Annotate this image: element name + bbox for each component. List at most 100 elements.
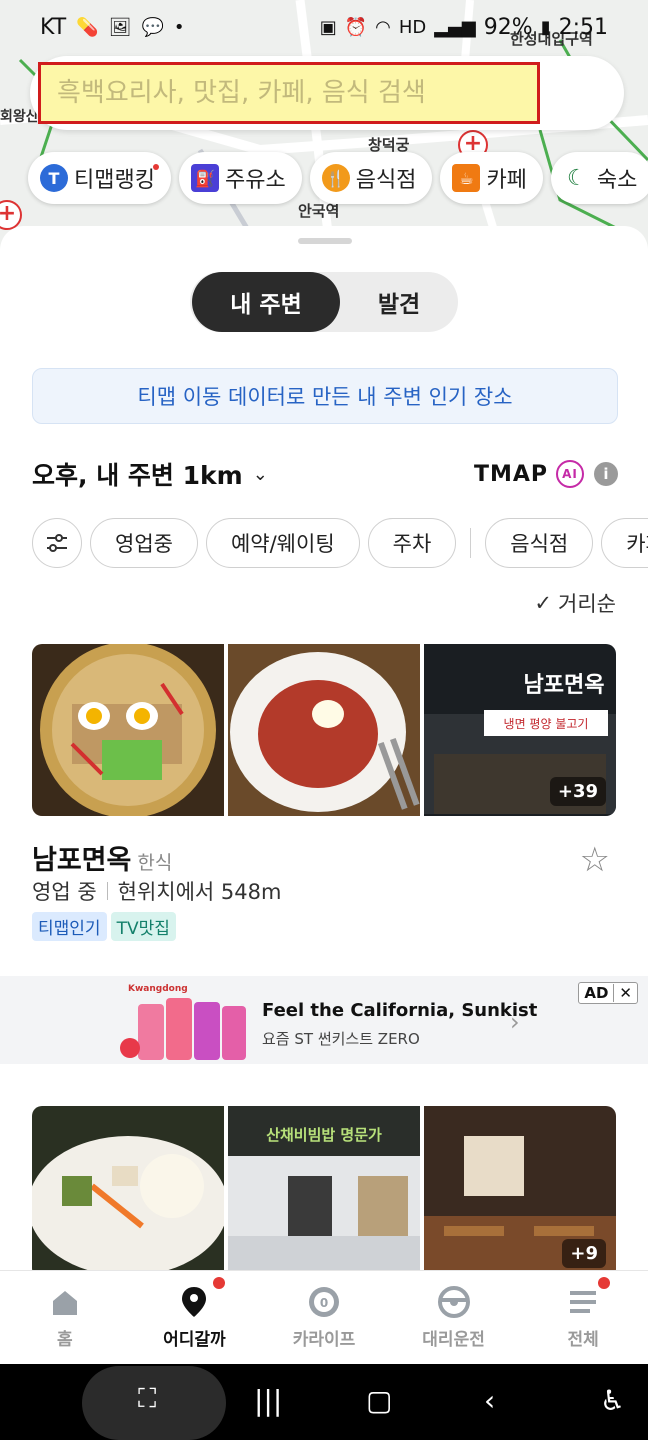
chip-label: 카페 [486, 168, 527, 193]
tab-discover[interactable]: 발견 [340, 272, 458, 332]
new-dot [152, 164, 159, 170]
nav-all[interactable]: 전체 [518, 1271, 648, 1364]
tab-nearby[interactable]: 내 주변 [192, 272, 340, 332]
chip-gas-station[interactable]: ⛽ 주유소 [178, 152, 302, 204]
nav-label: 어디갈까 [163, 1330, 226, 1350]
signal-icon: ▂▄▆ [434, 16, 476, 38]
place-photos[interactable]: 냉면 평양 불고기 남포면옥 +39 [32, 644, 616, 816]
steering-wheel-icon [437, 1285, 471, 1319]
place-meta: 영업 중 현위치에서 548m [32, 876, 281, 906]
ad-label: AD [584, 984, 609, 1002]
open-status: 영업 중 [32, 880, 97, 904]
coffee-icon: ☕ [452, 164, 481, 192]
clock: 2:51 [558, 14, 608, 40]
sheet-drag-handle[interactable] [298, 238, 352, 244]
battery-percent: 92% [483, 14, 533, 40]
filter-restaurant[interactable]: 음식점 [485, 518, 594, 568]
place-title[interactable]: 남포면옥 한식 [32, 838, 172, 877]
info-icon[interactable]: i [594, 462, 618, 486]
chip-lodging[interactable]: ☾ 숙소 [550, 152, 648, 204]
accessibility-icon[interactable]: ♿ [600, 1384, 625, 1417]
hd-icon: HD [398, 16, 427, 38]
system-nav-bar: ⛶ ||| ▢ ‹ ♿ [0, 1364, 648, 1440]
home-icon [48, 1285, 82, 1319]
filter-divider [470, 528, 472, 558]
screen-capture-button[interactable]: ⛶ [82, 1366, 226, 1440]
ad-banner[interactable]: Kwangdong Feel the California, Sunkist 요… [0, 976, 648, 1064]
carrier-label: KT [40, 14, 67, 40]
nav-car-life[interactable]: 0 카라이프 [259, 1271, 389, 1364]
recent-apps-icon[interactable]: ||| [254, 1384, 282, 1417]
chip-label: 숙소 [596, 168, 638, 193]
food-photo[interactable] [228, 644, 420, 816]
nav-designated-driver[interactable]: 대리운전 [389, 1271, 519, 1364]
message-icon: 💬 [141, 16, 164, 38]
gallery-icon: 🖼 [108, 16, 132, 38]
storefront-photo[interactable]: 산채비빔밥 명문가 [228, 1106, 420, 1270]
place-tags: 티맵인기 TV맛집 [32, 912, 176, 941]
filter-settings-button[interactable] [32, 518, 82, 568]
wifi-icon: ◠ [375, 16, 391, 38]
food-photo[interactable] [32, 1106, 224, 1270]
filter-cafe[interactable]: 카페 [601, 518, 648, 568]
nav-label: 전체 [567, 1330, 599, 1350]
tag-tv: TV맛집 [110, 912, 176, 941]
segment-control: 내 주변 발견 [190, 272, 458, 332]
search-bar [30, 56, 624, 130]
food-photo[interactable] [32, 644, 224, 816]
home-button-icon[interactable]: ▢ [366, 1384, 392, 1417]
pill-icon: 💊 [76, 16, 99, 38]
ad-badge: AD ✕ [578, 982, 638, 1004]
filter-reservation[interactable]: 예약/웨이팅 [205, 518, 360, 568]
more-photos-badge: +9 [562, 1239, 606, 1268]
chip-restaurant[interactable]: 🍴 음식점 [309, 152, 433, 204]
svg-text:0: 0 [320, 1296, 328, 1310]
chip-label: 티맵랭킹 [74, 168, 155, 193]
back-icon[interactable]: ‹ [484, 1384, 495, 1417]
category-chips: T 티맵랭킹 ⛽ 주유소 🍴 음식점 ☕ 카페 ☾ 숙소 [28, 152, 648, 204]
ad-close-button[interactable]: ✕ [613, 984, 637, 1002]
sort-dropdown[interactable]: ✓ 거리순 [534, 588, 616, 618]
chip-tmap-ranking[interactable]: T 티맵랭킹 [28, 152, 171, 204]
place-category: 한식 [137, 852, 173, 874]
menu-icon [566, 1285, 600, 1319]
dot-icon: • [173, 16, 185, 38]
battery-saver-icon: ▣ [319, 16, 337, 38]
chip-cafe[interactable]: ☕ 카페 [440, 152, 543, 204]
search-input[interactable] [38, 62, 540, 124]
filter-parking[interactable]: 주차 [367, 518, 457, 568]
storefront-photo[interactable]: 냉면 평양 불고기 남포면옥 +39 [424, 644, 616, 816]
distance: 현위치에서 548m [117, 880, 282, 904]
info-banner[interactable]: 티맵 이동 데이터로 만든 내 주변 인기 장소 [32, 368, 618, 424]
location-filter-dropdown[interactable]: 오후, 내 주변 1km [32, 456, 243, 492]
sort-label: 거리순 [558, 592, 616, 616]
tmap-wordmark: TMAP [473, 461, 548, 487]
sliders-icon [47, 534, 67, 552]
interior-photo[interactable]: +9 [424, 1106, 616, 1270]
filter-open-now[interactable]: 영업중 [90, 518, 198, 568]
nav-label: 홈 [56, 1330, 73, 1350]
star-icon[interactable]: ☆ [580, 840, 610, 880]
nav-where-to-go[interactable]: 어디갈까 [130, 1271, 260, 1364]
restaurant-icon: 🍴 [321, 164, 350, 192]
ai-badge: AI [556, 460, 584, 488]
location-filter-row: 오후, 내 주변 1km ⌄ TMAP AI i [32, 456, 618, 492]
ad-subtitle: 요즘 ST 썬키스트 ZERO [262, 1030, 420, 1048]
status-bar: KT 💊 🖼 💬 • ▣ ⏰ ◠ HD ▂▄▆ 92% ▮ 2:51 [0, 0, 648, 54]
filter-chips: 영업중 예약/웨이팅 주차 음식점 카페 [32, 518, 648, 568]
storefront-sign-text: 남포면옥 [524, 673, 605, 698]
moon-icon: ☾ [562, 164, 591, 192]
ad-title: Feel the California, Sunkist [262, 1000, 538, 1021]
place-photos[interactable]: 산채비빔밥 명문가 +9 [32, 1106, 616, 1270]
chevron-down-icon[interactable]: ⌄ [253, 464, 268, 485]
gas-station-icon: ⛽ [190, 164, 219, 192]
bottom-nav: 홈 어디갈까 0 카라이프 대리운전 전체 [0, 1270, 648, 1364]
banner-text: 티맵 이동 데이터로 만든 내 주변 인기 장소 [137, 385, 513, 409]
svg-text:산채비빔밥 명문가: 산채비빔밥 명문가 [266, 1126, 382, 1144]
tmap-ranking-icon: T [40, 164, 68, 192]
location-pin-icon [177, 1285, 211, 1319]
chevron-right-icon: › [510, 1008, 520, 1036]
more-photos-badge: +39 [549, 777, 606, 806]
svg-text:냉면 평양 불고기: 냉면 평양 불고기 [504, 717, 589, 731]
nav-home[interactable]: 홈 [0, 1271, 130, 1364]
